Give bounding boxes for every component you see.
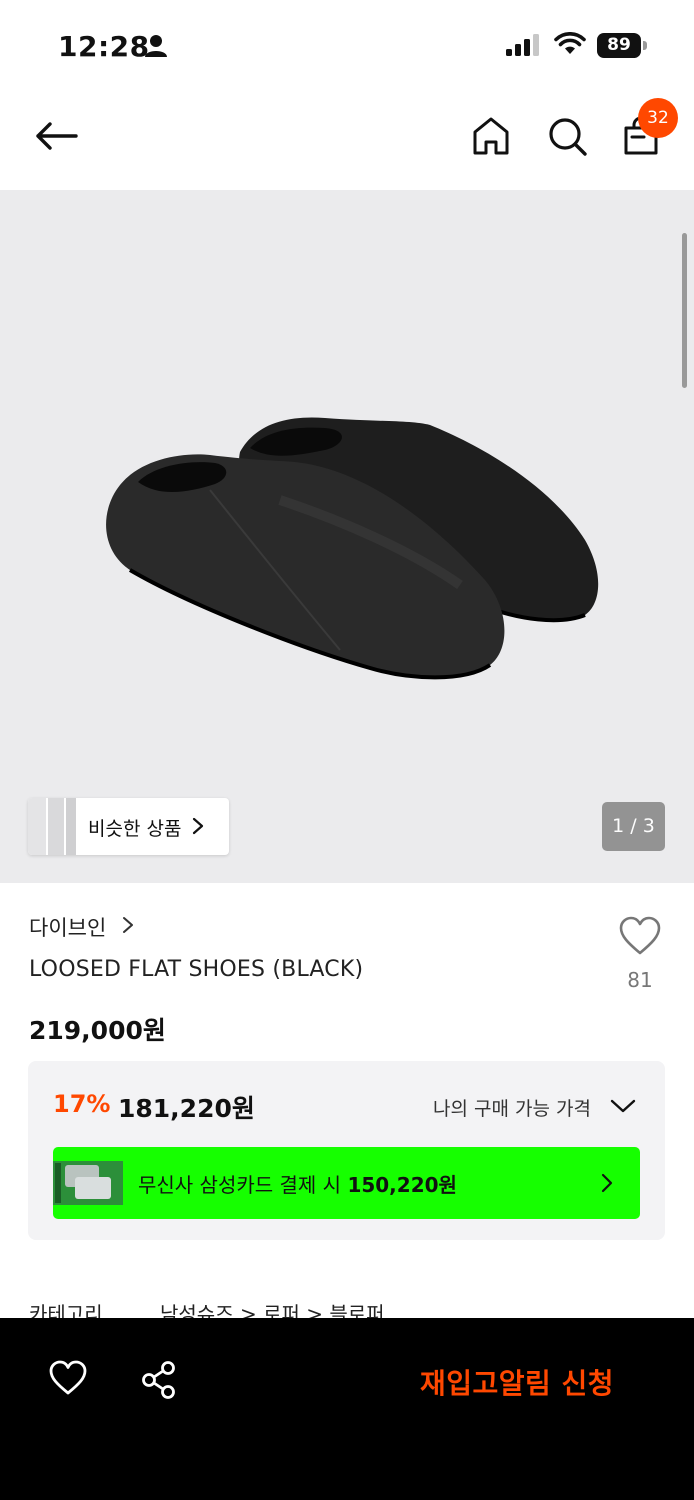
card-benefit-prefix: 무신사 삼성카드 결제 시	[138, 1173, 348, 1197]
product-image-gallery[interactable]: 비슷한 상품 1 / 3	[0, 190, 694, 883]
price-benefit-box: 17% 181,220원 나의 구매 가능 가격 무신사 삼성카드 결제 시 1…	[28, 1061, 665, 1240]
bottom-action-bar: 재입고알림 신청	[0, 1318, 694, 1500]
battery-level: 89	[597, 33, 641, 58]
card-image	[53, 1161, 123, 1205]
cellular-signal-icon	[506, 34, 539, 56]
restock-alert-button[interactable]: 재입고알림 신청	[420, 1362, 614, 1402]
similar-thumbnail	[66, 798, 76, 855]
similar-products-button[interactable]: 비슷한 상품	[28, 798, 229, 855]
chevron-right-icon	[601, 1173, 613, 1193]
my-price-toggle[interactable]: 나의 구매 가능 가격	[433, 1094, 591, 1121]
original-price: 219,000원	[29, 1016, 166, 1045]
person-icon	[145, 35, 167, 57]
back-arrow-icon[interactable]	[34, 120, 78, 152]
home-icon[interactable]	[472, 116, 510, 156]
top-nav: 32	[0, 92, 694, 190]
discount-rate: 17%	[53, 1090, 111, 1118]
chevron-right-icon	[123, 917, 133, 933]
status-time: 12:28	[58, 30, 150, 63]
cart-count-badge: 32	[638, 98, 678, 138]
product-name: LOOSED FLAT SHOES (BLACK)	[29, 957, 364, 982]
like-heart-icon[interactable]	[618, 916, 662, 956]
like-count: 81	[627, 968, 653, 992]
share-icon[interactable]	[140, 1360, 178, 1400]
card-benefit-price: 150,220원	[347, 1173, 457, 1197]
samsung-card-banner[interactable]: 무신사 삼성카드 결제 시 150,220원	[53, 1147, 640, 1219]
wishlist-heart-icon[interactable]	[48, 1360, 88, 1396]
status-bar: 12:28 89	[0, 0, 694, 92]
chevron-down-icon[interactable]	[609, 1097, 637, 1115]
similar-thumbnail	[48, 798, 64, 855]
image-pager: 1 / 3	[602, 802, 665, 851]
gallery-scrollbar	[682, 233, 687, 388]
similar-thumbnail	[28, 798, 46, 855]
battery-icon: 89	[597, 33, 647, 58]
chevron-right-icon	[192, 817, 204, 835]
brand-link[interactable]: 다이브인	[29, 912, 106, 942]
card-benefit-text: 무신사 삼성카드 결제 시 150,220원	[138, 1169, 457, 1198]
search-icon[interactable]	[547, 116, 589, 158]
wifi-icon	[554, 32, 586, 54]
sale-price: 181,220원	[118, 1094, 255, 1123]
product-photo-shoes	[106, 417, 599, 680]
similar-products-label: 비슷한 상품	[88, 818, 182, 840]
